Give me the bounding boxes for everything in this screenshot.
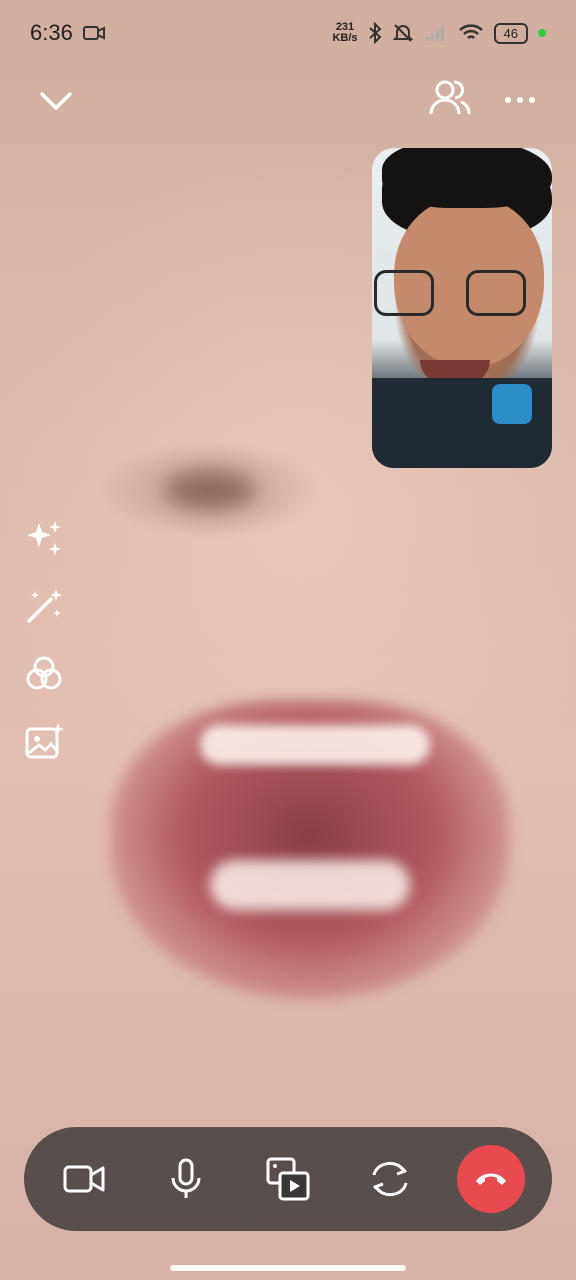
magic-wand-icon[interactable]: [18, 580, 70, 632]
battery-indicator: 46: [493, 22, 528, 44]
people-icon[interactable]: [428, 78, 472, 118]
cellular-signal-icon: [425, 26, 444, 41]
bluetooth-icon: [368, 22, 381, 44]
flip-camera-icon[interactable]: [355, 1144, 425, 1214]
clock: 6:36: [30, 20, 73, 45]
self-view-glasses-right: [466, 270, 526, 316]
more-dots-icon[interactable]: [500, 84, 540, 116]
active-indicator-dot: [538, 29, 546, 37]
remote-video-teeth-bottom: [210, 860, 410, 910]
chevron-down-icon[interactable]: [36, 84, 76, 116]
home-indicator[interactable]: [170, 1265, 406, 1271]
status-bar: 6:36 231 KB/s 46: [0, 0, 576, 66]
effects-toolbar: [18, 512, 70, 784]
remote-video-nose: [165, 470, 255, 510]
remote-video-teeth-top: [200, 725, 430, 765]
self-view-glasses-left: [374, 270, 434, 316]
microphone-icon[interactable]: [151, 1144, 221, 1214]
network-speed: 231 KB/s: [332, 21, 358, 44]
sparkles-icon[interactable]: [18, 512, 70, 564]
self-view-hair-top: [382, 148, 552, 208]
video-camera-icon[interactable]: [50, 1144, 120, 1214]
filters-icon[interactable]: [18, 648, 70, 700]
share-media-icon[interactable]: [253, 1144, 323, 1214]
self-view-video[interactable]: [372, 148, 552, 468]
end-call-button[interactable]: [456, 1144, 526, 1214]
video-record-icon: [82, 26, 105, 40]
call-controls: [24, 1127, 552, 1231]
self-view-shirt-accent: [492, 384, 532, 424]
wifi-icon: [458, 24, 483, 39]
call-top-bar: [0, 76, 576, 124]
end-call-icon[interactable]: [457, 1145, 526, 1213]
background-image-icon[interactable]: [18, 716, 70, 768]
mute-bell-icon: [392, 24, 413, 42]
